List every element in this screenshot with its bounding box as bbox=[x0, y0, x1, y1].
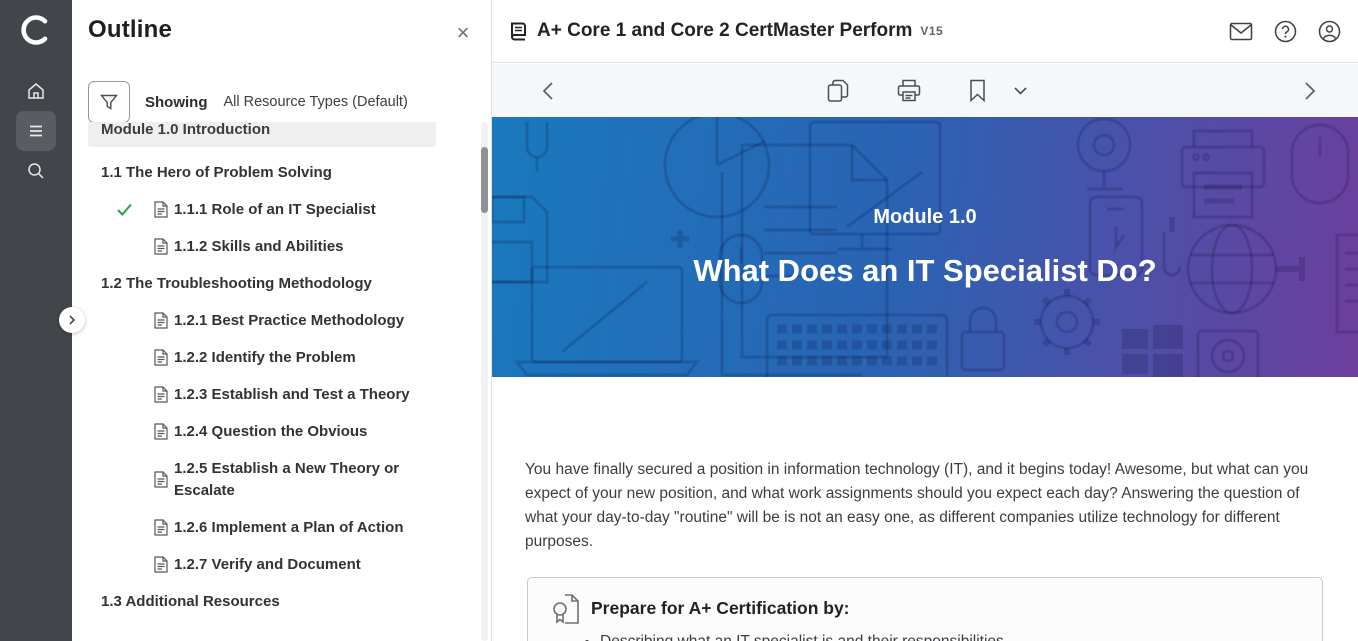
certificate-icon bbox=[552, 593, 580, 625]
account-button[interactable] bbox=[1316, 19, 1342, 45]
home-icon bbox=[26, 81, 46, 101]
chevron-right-icon bbox=[67, 315, 77, 325]
callout-bullet: Describing what an IT specialist is and … bbox=[600, 633, 1004, 641]
outline-item-label: 1.1.1 Role of an IT Specialist bbox=[174, 201, 376, 218]
document-icon bbox=[154, 201, 168, 218]
next-page-button[interactable] bbox=[1294, 64, 1326, 117]
bookmark-icon bbox=[969, 79, 986, 102]
outline-row-1-2-3[interactable]: 1.2.3 Establish and Test a Theory bbox=[88, 384, 418, 406]
outline-row-1-2-7[interactable]: 1.2.7 Verify and Document bbox=[88, 554, 418, 576]
close-icon[interactable]: × bbox=[451, 22, 475, 46]
back-chevron-icon bbox=[542, 82, 554, 100]
outline-item-label: 1.2.2 Identify the Problem bbox=[174, 349, 356, 366]
outline-row-1-1-2[interactable]: 1.1.2 Skills and Abilities bbox=[88, 236, 418, 258]
outline-item-label: 1.2.7 Verify and Document bbox=[174, 556, 361, 573]
outline-row-1-2[interactable]: 1.2 The Troubleshooting Methodology bbox=[88, 273, 477, 295]
comptia-logo[interactable] bbox=[16, 10, 56, 50]
outline-list: Module 1.0 Introduction 1.1 The Hero of … bbox=[88, 122, 477, 641]
bookmark-dropdown-button[interactable] bbox=[1007, 64, 1033, 117]
outline-item-label: 1.2.3 Establish and Test a Theory bbox=[174, 386, 410, 403]
previous-page-button[interactable] bbox=[532, 64, 564, 117]
document-icon bbox=[154, 519, 168, 536]
outline-item-label: 1.2.6 Implement a Plan of Action bbox=[174, 519, 404, 536]
banner-tech-pattern bbox=[492, 117, 1358, 377]
document-icon bbox=[154, 423, 168, 440]
outline-row-1-2-5[interactable]: 1.2.5 Establish a New Theory or Escalate bbox=[88, 458, 418, 502]
menu-icon bbox=[26, 121, 46, 141]
mail-button[interactable] bbox=[1228, 19, 1254, 45]
lesson-paragraph: You have finally secured a position in i… bbox=[525, 458, 1323, 554]
document-icon bbox=[154, 312, 168, 329]
main-content: A+ Core 1 and Core 2 CertMaster Perform … bbox=[492, 0, 1358, 641]
search-button[interactable] bbox=[16, 151, 56, 191]
callout-bullet-list: Describing what an IT specialist is and … bbox=[600, 633, 1004, 641]
module-banner: Module 1.0 What Does an IT Specialist Do… bbox=[492, 117, 1358, 377]
document-icon bbox=[154, 471, 168, 488]
print-icon bbox=[897, 79, 921, 102]
funnel-icon bbox=[99, 92, 119, 112]
document-icon bbox=[154, 386, 168, 403]
outline-item-label: 1.2.4 Question the Obvious bbox=[174, 423, 367, 440]
home-button[interactable] bbox=[16, 71, 56, 111]
completed-check-icon bbox=[116, 201, 133, 218]
outline-row-1-2-2[interactable]: 1.2.2 Identify the Problem bbox=[88, 347, 418, 369]
comptia-c-icon bbox=[19, 13, 53, 47]
help-button[interactable] bbox=[1272, 19, 1298, 45]
document-icon bbox=[154, 556, 168, 573]
outline-item-label: 1.2.5 Establish a New Theory or Escalate bbox=[174, 460, 399, 499]
outline-row-1-2-6[interactable]: 1.2.6 Implement a Plan of Action bbox=[88, 517, 418, 539]
outline-button[interactable] bbox=[16, 111, 56, 151]
banner-title: What Does an IT Specialist Do? bbox=[693, 253, 1156, 289]
filter-button[interactable] bbox=[88, 81, 130, 123]
account-icon bbox=[1318, 20, 1341, 43]
chevron-down-icon bbox=[1014, 87, 1027, 95]
print-button[interactable] bbox=[892, 64, 926, 117]
app-window: Outline × Showing All Resource Types (De… bbox=[0, 0, 1358, 641]
callout-heading: Prepare for A+ Certification by: bbox=[591, 598, 850, 619]
copy-button[interactable] bbox=[821, 64, 855, 117]
document-icon bbox=[154, 349, 168, 366]
document-icon bbox=[154, 238, 168, 255]
outline-row-1-3[interactable]: 1.3 Additional Resources bbox=[88, 591, 477, 613]
search-icon bbox=[26, 161, 46, 181]
outline-row-1-1[interactable]: 1.1 The Hero of Problem Solving bbox=[88, 162, 477, 184]
filter-value[interactable]: All Resource Types (Default) bbox=[224, 94, 408, 110]
help-icon bbox=[1274, 20, 1297, 43]
outline-panel: Outline × Showing All Resource Types (De… bbox=[72, 0, 492, 641]
title-bar: A+ Core 1 and Core 2 CertMaster Perform … bbox=[492, 0, 1358, 63]
outline-title: Outline bbox=[88, 16, 172, 44]
outline-row-1-2-1[interactable]: 1.2.1 Best Practice Methodology bbox=[88, 310, 418, 332]
forward-chevron-icon bbox=[1304, 82, 1316, 100]
outline-row-1-1-1[interactable]: 1.1.1 Role of an IT Specialist bbox=[88, 199, 418, 221]
reader-toolbar bbox=[492, 64, 1358, 117]
outline-item-label: 1.1.2 Skills and Abilities bbox=[174, 238, 344, 255]
certification-callout: Prepare for A+ Certification by: Describ… bbox=[527, 577, 1323, 641]
outline-row-module-1-0[interactable]: Module 1.0 Introduction bbox=[88, 122, 436, 147]
filter-row: Showing All Resource Types (Default) bbox=[88, 81, 408, 123]
bookmark-button[interactable] bbox=[963, 64, 991, 117]
course-title: A+ Core 1 and Core 2 CertMaster Perform bbox=[537, 20, 912, 42]
filter-showing-label: Showing bbox=[145, 94, 208, 111]
outline-row-1-2-4[interactable]: 1.2.4 Question the Obvious bbox=[88, 421, 418, 443]
book-icon bbox=[508, 21, 528, 42]
copy-icon bbox=[827, 79, 849, 103]
course-version: V15 bbox=[920, 24, 943, 38]
outline-scrollbar-thumb[interactable] bbox=[481, 147, 488, 213]
banner-module-label: Module 1.0 bbox=[873, 206, 976, 229]
lesson-content: You have finally secured a position in i… bbox=[492, 377, 1358, 641]
mail-icon bbox=[1229, 22, 1253, 41]
outline-item-label: 1.2.1 Best Practice Methodology bbox=[174, 312, 404, 329]
panel-collapse-toggle[interactable] bbox=[59, 307, 85, 333]
